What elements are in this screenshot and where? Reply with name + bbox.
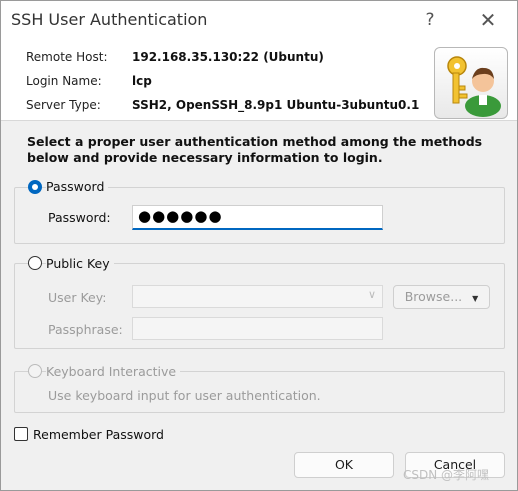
- public-key-method-label[interactable]: Public Key: [46, 256, 114, 271]
- ok-button[interactable]: OK: [294, 452, 394, 478]
- passphrase-label: Passphrase:: [48, 322, 123, 337]
- keyboard-interactive-description: Use keyboard input for user authenticati…: [48, 388, 321, 403]
- browse-button-label: Browse...: [404, 289, 463, 304]
- ssh-auth-dialog: SSH User Authentication ? ✕ Remote Host:…: [0, 0, 518, 491]
- remote-host-row: Remote Host: 192.168.35.130:22 (Ubuntu): [26, 50, 324, 64]
- login-name-value: lcp: [132, 74, 152, 88]
- public-key-radio[interactable]: [28, 256, 42, 270]
- dropdown-arrow-icon: ▼: [472, 294, 479, 303]
- remember-password-checkbox[interactable]: [14, 427, 28, 441]
- password-input[interactable]: ●●●●●●: [132, 205, 383, 230]
- server-type-row: Server Type: SSH2, OpenSSH_8.9p1 Ubuntu-3…: [26, 98, 419, 112]
- browse-button[interactable]: Browse... ▼: [393, 285, 490, 309]
- password-field-label: Password:: [48, 210, 111, 225]
- connection-info-panel: Remote Host: 192.168.35.130:22 (Ubuntu) L…: [1, 39, 517, 121]
- close-button[interactable]: ✕: [471, 5, 505, 35]
- remote-host-label: Remote Host:: [26, 50, 108, 64]
- remember-password-label[interactable]: Remember Password: [33, 427, 164, 442]
- server-type-label: Server Type:: [26, 98, 101, 112]
- chevron-down-icon: ∨: [367, 288, 376, 301]
- password-method-label[interactable]: Password: [46, 179, 109, 194]
- key-user-icon: [434, 47, 508, 119]
- keyboard-interactive-label[interactable]: Keyboard Interactive: [46, 364, 181, 379]
- passphrase-input[interactable]: [132, 317, 383, 340]
- server-type-value: SSH2, OpenSSH_8.9p1 Ubuntu-3ubuntu0.1: [132, 98, 420, 112]
- user-key-label: User Key:: [48, 290, 107, 305]
- instructions-text: Select a proper user authentication meth…: [27, 134, 483, 165]
- login-name-row: Login Name: lcp: [26, 74, 152, 88]
- help-button[interactable]: ?: [413, 5, 447, 35]
- user-key-select[interactable]: ∨: [132, 285, 383, 308]
- keyboard-interactive-radio[interactable]: [28, 364, 42, 378]
- remote-host-value: 192.168.35.130:22 (Ubuntu): [132, 50, 324, 64]
- dialog-title: SSH User Authentication: [11, 10, 208, 29]
- title-bar: SSH User Authentication ? ✕: [1, 1, 517, 39]
- password-radio[interactable]: [28, 180, 42, 194]
- login-name-label: Login Name:: [26, 74, 102, 88]
- watermark-text: CSDN @李阿嘿: [403, 468, 490, 482]
